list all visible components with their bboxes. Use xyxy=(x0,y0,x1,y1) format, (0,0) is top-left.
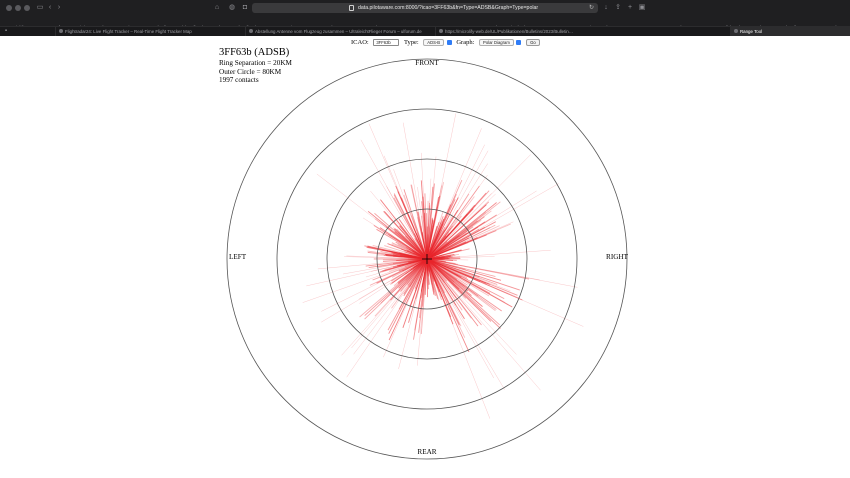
go-button[interactable]: Go xyxy=(526,39,540,46)
browser-toolbar: ▭ ‹ › ⌂ ◍ ◘ data.pilotaware.com:8000/?ic… xyxy=(0,0,850,16)
tab-label: Range Tool xyxy=(740,29,763,34)
back-icon[interactable]: ‹ xyxy=(47,3,53,13)
tab-forum[interactable]: Abstellung Antenne vom Flugzeug zusammen… xyxy=(245,27,435,36)
zoom-window-icon[interactable] xyxy=(24,5,30,11)
new-tab-icon[interactable]: + xyxy=(626,3,634,13)
graph-chevron-icon[interactable] xyxy=(516,40,522,45)
query-form: ICAO: 3FF63b Type: ADS-B Graph: Polar Di… xyxy=(351,39,540,47)
graph-select[interactable]: Polar Diagram xyxy=(479,39,514,46)
direction-right: RIGHT xyxy=(606,253,629,261)
reception-spoke xyxy=(426,154,531,260)
address-text: data.pilotaware.com:8000/?icao=3FF63b&fn… xyxy=(358,5,539,11)
direction-left: LEFT xyxy=(229,253,247,261)
tab-bulletin[interactable]: https://microlify-web.de/UL/Publikatione… xyxy=(435,27,635,36)
direction-rear: REAR xyxy=(417,448,436,456)
page-content: FRONT RIGHT REAR LEFT ICAO: 3FF63b Type:… xyxy=(0,36,850,478)
graph-label: Graph: xyxy=(456,39,475,46)
favicon-icon xyxy=(249,29,253,33)
polar-diagram: FRONT RIGHT REAR LEFT xyxy=(226,58,629,460)
outer-circle-text: Outer Circle = 80KM xyxy=(219,67,282,76)
ring-separation-text: Ring Separation = 20KM xyxy=(219,59,292,67)
bookmarks-bar: EGiSkiicurrentmeteo franceAviation Formu… xyxy=(0,16,850,26)
icao-label: ICAO: xyxy=(351,39,369,46)
tab-range-tool[interactable]: Range Tool xyxy=(730,27,850,36)
tab-label: Abstellung Antenne vom Flugzeug zusammen… xyxy=(255,29,422,34)
tab-overview-icon[interactable]: ▣ xyxy=(638,3,646,13)
direction-front: FRONT xyxy=(415,59,439,67)
sidebar-icon[interactable]: ▭ xyxy=(36,3,44,13)
reception-spoke xyxy=(360,139,428,260)
download-icon[interactable]: ↓ xyxy=(602,3,610,13)
lock-icon xyxy=(349,5,354,11)
aircraft-title: 3FF63b (ADSB) xyxy=(219,47,290,58)
tab-flightradar[interactable]: Flightradar24: Live Flight Tracker – Rea… xyxy=(55,27,215,36)
extension-icon[interactable]: ⌂ xyxy=(212,3,222,13)
reception-spoke xyxy=(426,258,541,391)
forward-icon[interactable]: › xyxy=(56,3,62,13)
type-label: Type: xyxy=(403,39,419,46)
favicon-icon xyxy=(439,29,443,33)
tab-label: Flightradar24: Live Flight Tracker – Rea… xyxy=(65,29,192,34)
tab-strip: ▪ Flightradar24: Live Flight Tracker – R… xyxy=(0,26,850,36)
favicon-icon xyxy=(59,29,63,33)
type-select[interactable]: ADS-B xyxy=(423,39,445,46)
reload-icon[interactable]: ↻ xyxy=(589,3,594,13)
info-panel: 3FF63b (ADSB) Ring Separation = 20KM Out… xyxy=(219,47,292,85)
type-chevron-icon[interactable] xyxy=(446,40,452,45)
address-bar[interactable]: data.pilotaware.com:8000/?icao=3FF63b&fn… xyxy=(252,3,598,13)
favicon-icon xyxy=(734,29,738,33)
tab-label: https://microlify-web.de/UL/Publikatione… xyxy=(445,29,574,34)
share-page-icon[interactable]: ⇪ xyxy=(614,3,622,13)
range-spokes xyxy=(302,113,584,419)
share-icon[interactable]: ◘ xyxy=(240,3,250,13)
close-window-icon[interactable] xyxy=(6,5,12,11)
shield-icon[interactable]: ◍ xyxy=(227,3,237,13)
reception-spoke xyxy=(316,173,428,260)
icao-input[interactable]: 3FF63b xyxy=(373,39,400,46)
minimize-window-icon[interactable] xyxy=(15,5,21,11)
contacts-count: 1997 contacts xyxy=(219,76,259,84)
